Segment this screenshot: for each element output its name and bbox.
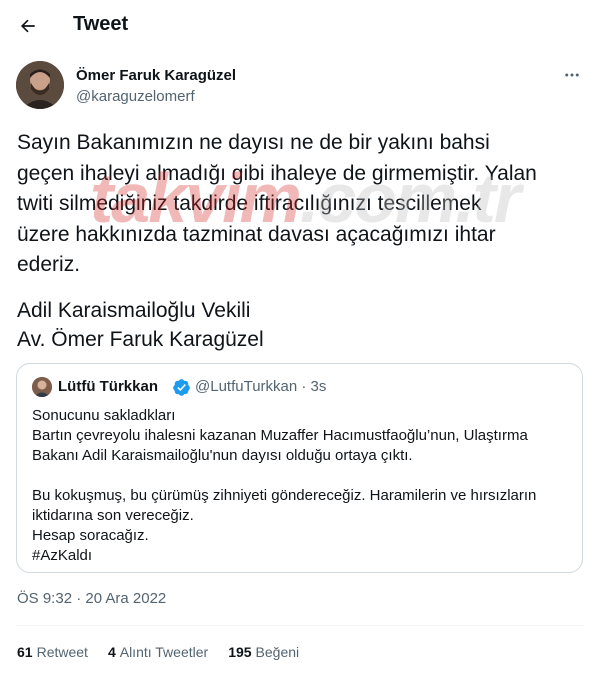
quote-line: Bakanı Adil Karaismailoğlu'nun dayısı ol…	[32, 447, 413, 464]
quotes-count: 4	[107, 644, 116, 660]
author-handle[interactable]: @karaguzelomerf	[76, 88, 195, 105]
quote-line: Hesap soracağız.	[32, 527, 149, 544]
divider	[16, 625, 584, 626]
quote-hashtag[interactable]: #AzKaldı	[32, 546, 572, 566]
quote-line	[32, 466, 572, 486]
more-dots-icon	[565, 73, 579, 77]
tweet-author: Ömer Faruk Karagüzel @karaguzelomerf	[16, 61, 584, 113]
retweets-label: Retweet	[36, 644, 88, 660]
likes-stat[interactable]: 195 Beğeni	[228, 644, 299, 660]
tweet-text: Sayın Bakanımızın ne dayısı ne de bir ya…	[17, 131, 537, 276]
retweets-stat[interactable]: 61 Retweet	[17, 644, 88, 660]
quote-line: Bu kokuşmuş, bu çürümüş zihniyeti gönder…	[32, 487, 537, 504]
signature-line: Adil Karaismailoğlu Vekili	[17, 299, 251, 322]
verified-badge-icon	[173, 379, 190, 396]
engagement-stats: 61 Retweet 4 Alıntı Tweetler 195 Beğeni	[17, 644, 319, 660]
signature-line: Av. Ömer Faruk Karagüzel	[17, 328, 264, 351]
quote-avatar	[32, 377, 52, 397]
tweet-timestamp[interactable]: ÖS 9:32 · 20 Ara 2022	[17, 590, 166, 607]
quotes-label: Alıntı Tweetler	[119, 644, 209, 660]
top-bar: Tweet	[0, 0, 600, 52]
back-button[interactable]	[14, 12, 42, 40]
quote-author-name: Lütfü Türkkan	[58, 378, 158, 395]
arrow-left-icon	[20, 19, 35, 33]
quoted-tweet[interactable]: Lütfü Türkkan @LutfuTurkkan · 3s Sonucun…	[16, 363, 583, 573]
quote-line: iktidarına son vereceğiz.	[32, 507, 194, 524]
quote-text: Sonucunu sakladkları Bartın çevreyolu ih…	[32, 406, 572, 566]
tweet-signature: Adil Karaismailoğlu Vekili Av. Ömer Faru…	[17, 296, 264, 354]
quote-line: Sonucunu sakladkları	[32, 407, 176, 424]
quotes-stat[interactable]: 4 Alıntı Tweetler	[108, 644, 208, 660]
quote-line: Bartın çevreyolu ihalesni kazanan Muzaff…	[32, 427, 528, 444]
likes-count: 195	[228, 644, 252, 660]
more-button[interactable]	[562, 65, 582, 85]
avatar[interactable]	[16, 61, 64, 109]
page-title: Tweet	[73, 13, 129, 35]
retweets-count: 61	[17, 644, 33, 660]
quote-handle-time: @LutfuTurkkan · 3s	[195, 378, 327, 395]
likes-label: Beğeni	[255, 644, 300, 660]
author-name[interactable]: Ömer Faruk Karagüzel	[76, 67, 236, 84]
